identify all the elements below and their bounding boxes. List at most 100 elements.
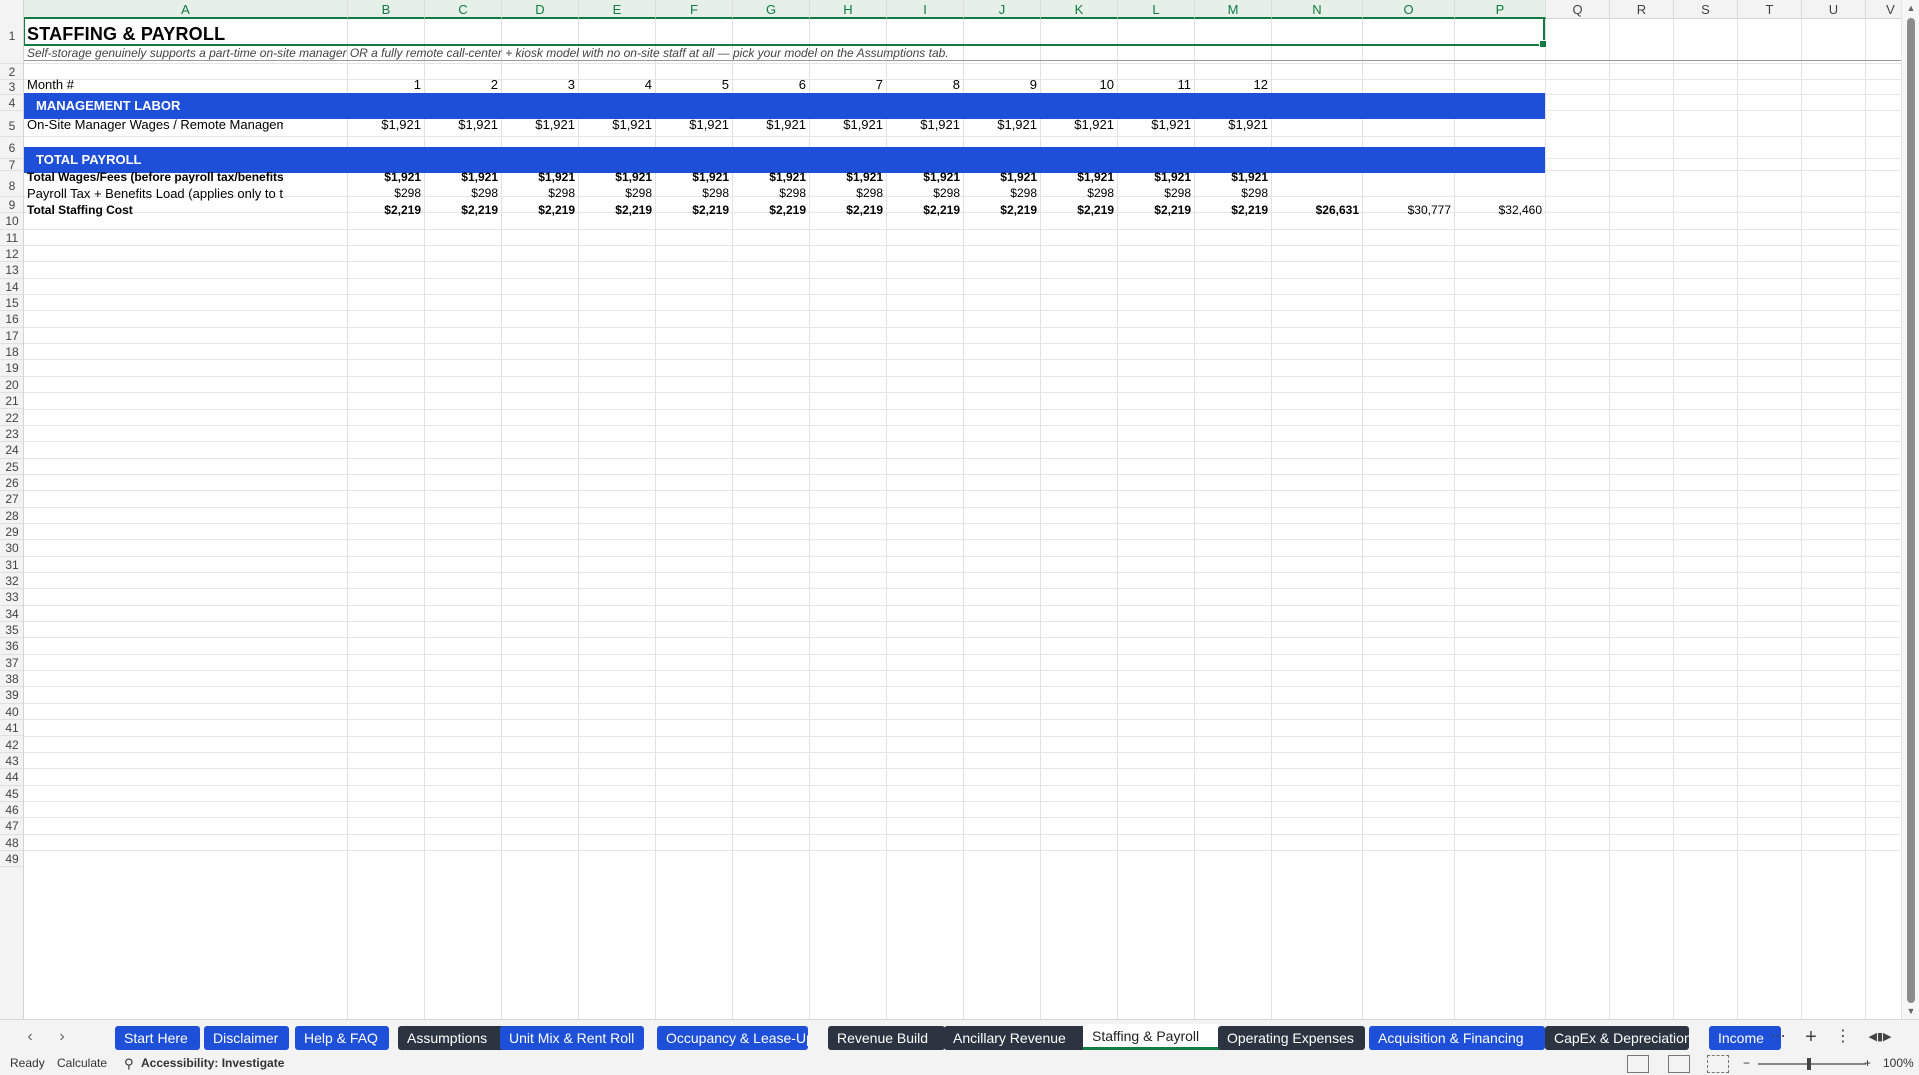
- total-wages-cell-k[interactable]: $1,921: [1041, 169, 1117, 185]
- zoom-slider-track[interactable]: [1758, 1063, 1866, 1065]
- row-header-28[interactable]: 28: [0, 508, 23, 524]
- payroll-tax-cell-i[interactable]: $298: [887, 185, 963, 202]
- normal-view-icon[interactable]: [1627, 1055, 1649, 1073]
- calculate-button[interactable]: Calculate: [57, 1056, 107, 1070]
- manager-wages-cell-k[interactable]: $1,921: [1041, 115, 1117, 135]
- row-header-11[interactable]: 11: [0, 230, 23, 246]
- sheet-tab-revenue-build[interactable]: Revenue Build: [828, 1026, 945, 1050]
- row-header-26[interactable]: 26: [0, 475, 23, 492]
- sheet-tab-capex-depreciation[interactable]: CapEx & Depreciation: [1545, 1026, 1689, 1050]
- total-staffing-annual-cell-o[interactable]: $30,777: [1363, 202, 1454, 218]
- row-header-25[interactable]: 25: [0, 459, 23, 475]
- row-header-17[interactable]: 17: [0, 328, 23, 345]
- month-cell-h[interactable]: 7: [810, 77, 886, 93]
- column-header-r[interactable]: R: [1610, 0, 1674, 19]
- manager-wages-cell-g[interactable]: $1,921: [733, 115, 809, 135]
- vertical-scrollbar[interactable]: ▲ ▼: [1901, 0, 1919, 1019]
- sheet-tab-operating-expenses[interactable]: Operating Expenses: [1218, 1026, 1365, 1050]
- column-header-s[interactable]: S: [1674, 0, 1738, 19]
- manager-wages-cell-h[interactable]: $1,921: [810, 115, 886, 135]
- page-layout-view-icon[interactable]: [1668, 1055, 1690, 1073]
- sheet-options-icon[interactable]: ⋮: [1832, 1026, 1854, 1048]
- column-header-m[interactable]: M: [1195, 0, 1272, 19]
- row-header-43[interactable]: 43: [0, 753, 23, 770]
- row-header-21[interactable]: 21: [0, 393, 23, 410]
- payroll-tax-cell-h[interactable]: $298: [810, 185, 886, 202]
- month-cell-k[interactable]: 10: [1041, 77, 1117, 93]
- row-header-47[interactable]: 47: [0, 818, 23, 835]
- total-wages-cell-e[interactable]: $1,921: [579, 169, 655, 185]
- manager-wages-cell-e[interactable]: $1,921: [579, 115, 655, 135]
- manager-wages-cell-c[interactable]: $1,921: [425, 115, 501, 135]
- row-header-49[interactable]: 49: [0, 851, 23, 868]
- manager-wages-cell-m[interactable]: $1,921: [1195, 115, 1271, 135]
- total-wages-cell-m[interactable]: $1,921: [1195, 169, 1271, 185]
- total-wages-cell-d[interactable]: $1,921: [502, 169, 578, 185]
- zoom-level[interactable]: 100%: [1883, 1056, 1914, 1070]
- zoom-slider-thumb[interactable]: [1807, 1058, 1811, 1070]
- select-all-corner[interactable]: [0, 0, 24, 19]
- scrollbar-thumb[interactable]: [1907, 18, 1915, 1003]
- column-header-t[interactable]: T: [1738, 0, 1802, 19]
- row-header-40[interactable]: 40: [0, 704, 23, 721]
- page-break-view-icon[interactable]: [1707, 1055, 1729, 1073]
- row-header-31[interactable]: 31: [0, 557, 23, 573]
- row-header-2[interactable]: 2: [0, 64, 23, 80]
- row-header-19[interactable]: 19: [0, 360, 23, 377]
- column-header-h[interactable]: H: [810, 0, 887, 19]
- column-header-u[interactable]: U: [1802, 0, 1866, 19]
- add-sheet-icon[interactable]: +: [1800, 1026, 1822, 1048]
- row-header-41[interactable]: 41: [0, 720, 23, 737]
- row-header-13[interactable]: 13: [0, 262, 23, 279]
- payroll-tax-cell-k[interactable]: $298: [1041, 185, 1117, 202]
- row-header-18[interactable]: 18: [0, 344, 23, 361]
- accessibility-icon[interactable]: ⚲: [124, 1056, 134, 1072]
- row-header-7[interactable]: 7: [0, 159, 23, 171]
- scroll-up-icon[interactable]: ▲: [1902, 0, 1919, 16]
- payroll-tax-cell-g[interactable]: $298: [733, 185, 809, 202]
- sheet-tab-ancillary-revenue[interactable]: Ancillary Revenue: [944, 1026, 1088, 1050]
- row-header-10[interactable]: 10: [0, 213, 23, 230]
- total-staffing-cell-m[interactable]: $2,219: [1195, 202, 1271, 218]
- month-cell-m[interactable]: 12: [1195, 77, 1271, 93]
- worksheet-grid[interactable]: STAFFING & PAYROLL Self-storage genuinel…: [24, 19, 1901, 1019]
- total-wages-cell-i[interactable]: $1,921: [887, 169, 963, 185]
- total-staffing-cell-f[interactable]: $2,219: [656, 202, 732, 218]
- total-staffing-cell-b[interactable]: $2,219: [348, 202, 424, 218]
- column-header-q[interactable]: Q: [1546, 0, 1610, 19]
- column-header-g[interactable]: G: [733, 0, 810, 19]
- active-cell-selection[interactable]: [24, 19, 1547, 48]
- payroll-tax-cell-l[interactable]: $298: [1118, 185, 1194, 202]
- scroll-down-icon[interactable]: ▼: [1902, 1003, 1919, 1019]
- total-staffing-cell-e[interactable]: $2,219: [579, 202, 655, 218]
- more-sheets-icon[interactable]: ⋯: [1767, 1026, 1789, 1048]
- total-wages-cell-c[interactable]: $1,921: [425, 169, 501, 185]
- zoom-out-icon[interactable]: −: [1743, 1056, 1750, 1070]
- column-header-j[interactable]: J: [964, 0, 1041, 19]
- row-header-36[interactable]: 36: [0, 638, 23, 655]
- manager-wages-cell-j[interactable]: $1,921: [964, 115, 1040, 135]
- row-header-30[interactable]: 30: [0, 540, 23, 557]
- total-wages-cell-g[interactable]: $1,921: [733, 169, 809, 185]
- prev-sheet-icon[interactable]: ‹: [20, 1026, 40, 1048]
- total-staffing-cell-c[interactable]: $2,219: [425, 202, 501, 218]
- row-header-35[interactable]: 35: [0, 622, 23, 639]
- row-header-46[interactable]: 46: [0, 802, 23, 819]
- total-wages-cell-f[interactable]: $1,921: [656, 169, 732, 185]
- total-staffing-cell-i[interactable]: $2,219: [887, 202, 963, 218]
- month-cell-g[interactable]: 6: [733, 77, 809, 93]
- row-header-3[interactable]: 3: [0, 80, 23, 95]
- month-cell-b[interactable]: 1: [348, 77, 424, 93]
- total-wages-cell-j[interactable]: $1,921: [964, 169, 1040, 185]
- column-header-k[interactable]: K: [1041, 0, 1118, 19]
- row-header-45[interactable]: 45: [0, 786, 23, 802]
- row-header-20[interactable]: 20: [0, 377, 23, 394]
- total-staffing-cell-h[interactable]: $2,219: [810, 202, 886, 218]
- column-header-f[interactable]: F: [656, 0, 733, 19]
- column-header-b[interactable]: B: [348, 0, 425, 19]
- row-header-12[interactable]: 12: [0, 246, 23, 263]
- row-header-22[interactable]: 22: [0, 410, 23, 426]
- sheet-tab-start-here[interactable]: Start Here: [115, 1026, 200, 1050]
- total-staffing-cell-d[interactable]: $2,219: [502, 202, 578, 218]
- payroll-tax-cell-j[interactable]: $298: [964, 185, 1040, 202]
